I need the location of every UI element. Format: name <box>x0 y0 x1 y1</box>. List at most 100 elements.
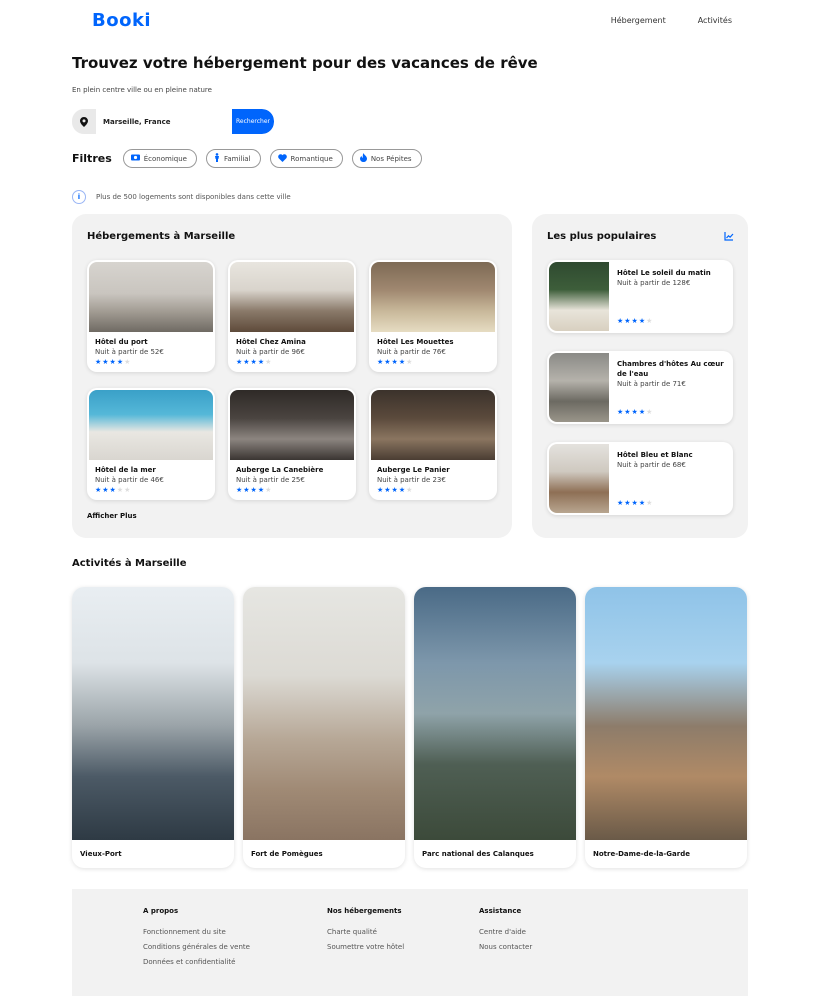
filters-bar: Filtres Économique Familial Romantique N… <box>72 149 422 168</box>
hotel-photo <box>549 262 609 331</box>
money-icon <box>130 154 140 163</box>
footer-heading: Nos hébergements <box>327 907 402 915</box>
footer-link[interactable]: Données et confidentialité <box>143 958 250 966</box>
show-more-link[interactable]: Afficher Plus <box>87 512 137 520</box>
hotel-price: Nuit à partir de 128€ <box>617 279 691 287</box>
footer-column-assistance: Assistance Centre d'aide Nous contacter <box>479 907 532 958</box>
filters-label: Filtres <box>72 152 112 165</box>
hotel-price: Nuit à partir de 71€ <box>617 380 686 388</box>
footer-link[interactable]: Conditions générales de vente <box>143 943 250 951</box>
hotel-price: Nuit à partir de 68€ <box>617 461 686 469</box>
hotel-photo <box>230 390 354 460</box>
popular-card[interactable]: Hôtel Bleu et Blanc Nuit à partir de 68€… <box>547 442 733 515</box>
rating-stars: ★★★★★ <box>236 486 273 494</box>
rating-stars: ★★★★★ <box>617 408 654 416</box>
footer-column-accommodations: Nos hébergements Charte qualité Soumettr… <box>327 907 404 958</box>
location-pin-icon <box>72 109 96 134</box>
activity-card[interactable]: Vieux-Port <box>72 587 234 868</box>
filter-label: Économique <box>143 154 187 163</box>
accommodations-panel: Hébergements à Marseille Hôtel du port N… <box>72 214 512 538</box>
page-title: Trouvez votre hébergement pour des vacan… <box>72 54 538 72</box>
footer-link[interactable]: Nous contacter <box>479 943 532 951</box>
hotel-name: Auberge La Canebière <box>236 466 324 474</box>
filter-economique[interactable]: Économique <box>122 149 197 168</box>
accommodation-card[interactable]: Hôtel Chez Amina Nuit à partir de 96€ ★★… <box>228 260 356 372</box>
hotel-price: Nuit à partir de 76€ <box>377 348 446 356</box>
activity-photo <box>585 587 747 840</box>
hotel-name: Hôtel Le soleil du matin <box>617 269 711 277</box>
activity-name: Fort de Pomègues <box>251 850 323 858</box>
hotel-price: Nuit à partir de 96€ <box>236 348 305 356</box>
activity-photo <box>243 587 405 840</box>
activities-title: Activités à Marseille <box>72 558 187 569</box>
activity-card[interactable]: Notre-Dame-de-la-Garde <box>585 587 747 868</box>
hotel-name: Hôtel Chez Amina <box>236 338 306 346</box>
activity-photo <box>72 587 234 840</box>
hotel-price: Nuit à partir de 23€ <box>377 476 446 484</box>
search-bar: Rechercher <box>72 109 274 134</box>
rating-stars: ★★★★★ <box>95 358 132 366</box>
main-nav: Hébergement Activités <box>611 16 732 25</box>
rating-stars: ★★★★★ <box>617 499 654 507</box>
logo[interactable]: Booki <box>92 10 151 31</box>
accommodation-card[interactable]: Hôtel du port Nuit à partir de 52€ ★★★★★ <box>87 260 215 372</box>
hotel-name: Hôtel Les Mouettes <box>377 338 454 346</box>
accommodation-card[interactable]: Auberge La Canebière Nuit à partir de 25… <box>228 388 356 500</box>
footer-heading: A propos <box>143 907 179 915</box>
search-button[interactable]: Rechercher <box>232 109 274 134</box>
accommodation-card[interactable]: Auberge Le Panier Nuit à partir de 23€ ★… <box>369 388 497 500</box>
footer-column-about: A propos Fonctionnement du site Conditio… <box>143 907 250 973</box>
hotel-price: Nuit à partir de 46€ <box>95 476 164 484</box>
fire-icon <box>359 153 367 164</box>
filter-nos-pepites[interactable]: Nos Pépites <box>351 149 422 168</box>
search-input[interactable] <box>96 109 232 134</box>
popular-title: Les plus populaires <box>547 231 657 242</box>
accommodation-card[interactable]: Hôtel de la mer Nuit à partir de 46€ ★★★… <box>87 388 215 500</box>
rating-stars: ★★★★★ <box>95 486 132 494</box>
activity-card[interactable]: Fort de Pomègues <box>243 587 405 868</box>
footer: A propos Fonctionnement du site Conditio… <box>72 889 748 996</box>
footer-link[interactable]: Fonctionnement du site <box>143 928 250 936</box>
activity-photo <box>414 587 576 840</box>
footer-link[interactable]: Soumettre votre hôtel <box>327 943 404 951</box>
rating-stars: ★★★★★ <box>236 358 273 366</box>
activity-name: Notre-Dame-de-la-Garde <box>593 850 690 858</box>
hotel-name: Auberge Le Panier <box>377 466 450 474</box>
accommodation-card[interactable]: Hôtel Les Mouettes Nuit à partir de 76€ … <box>369 260 497 372</box>
nav-hebergement[interactable]: Hébergement <box>611 16 666 25</box>
filter-label: Nos Pépites <box>370 154 412 163</box>
page-subtitle: En plein centre ville ou en pleine natur… <box>72 86 212 94</box>
trend-chart-icon <box>724 232 734 241</box>
footer-link[interactable]: Centre d'aide <box>479 928 532 936</box>
hotel-photo <box>230 262 354 332</box>
hotel-photo <box>89 262 213 332</box>
activity-name: Parc national des Calanques <box>422 850 534 858</box>
footer-link[interactable]: Charte qualité <box>327 928 404 936</box>
filter-romantique[interactable]: Romantique <box>269 149 343 168</box>
activity-card[interactable]: Parc national des Calanques <box>414 587 576 868</box>
filter-label: Romantique <box>290 154 333 163</box>
info-text: Plus de 500 logements sont disponibles d… <box>96 193 291 201</box>
popular-panel: Les plus populaires Hôtel Le soleil du m… <box>532 214 748 538</box>
hotel-photo <box>371 262 495 332</box>
popular-card[interactable]: Chambres d'hôtes Au cœur de l'eau Nuit à… <box>547 351 733 424</box>
accommodations-title: Hébergements à Marseille <box>87 231 236 242</box>
footer-heading: Assistance <box>479 907 522 915</box>
activity-name: Vieux-Port <box>80 850 122 858</box>
hotel-photo <box>549 353 609 422</box>
hotel-price: Nuit à partir de 25€ <box>236 476 305 484</box>
info-icon: i <box>72 190 86 204</box>
nav-activites[interactable]: Activités <box>698 16 732 25</box>
filter-familial[interactable]: Familial <box>205 149 261 168</box>
rating-stars: ★★★★★ <box>377 486 414 494</box>
availability-info: i Plus de 500 logements sont disponibles… <box>72 190 291 204</box>
popular-card[interactable]: Hôtel Le soleil du matin Nuit à partir d… <box>547 260 733 333</box>
rating-stars: ★★★★★ <box>377 358 414 366</box>
filter-label: Familial <box>223 154 251 163</box>
heart-icon <box>277 153 287 164</box>
hotel-photo <box>371 390 495 460</box>
rating-stars: ★★★★★ <box>617 317 654 325</box>
hotel-name: Hôtel du port <box>95 338 148 346</box>
hotel-name: Hôtel Bleu et Blanc <box>617 451 693 459</box>
hotel-price: Nuit à partir de 52€ <box>95 348 164 356</box>
